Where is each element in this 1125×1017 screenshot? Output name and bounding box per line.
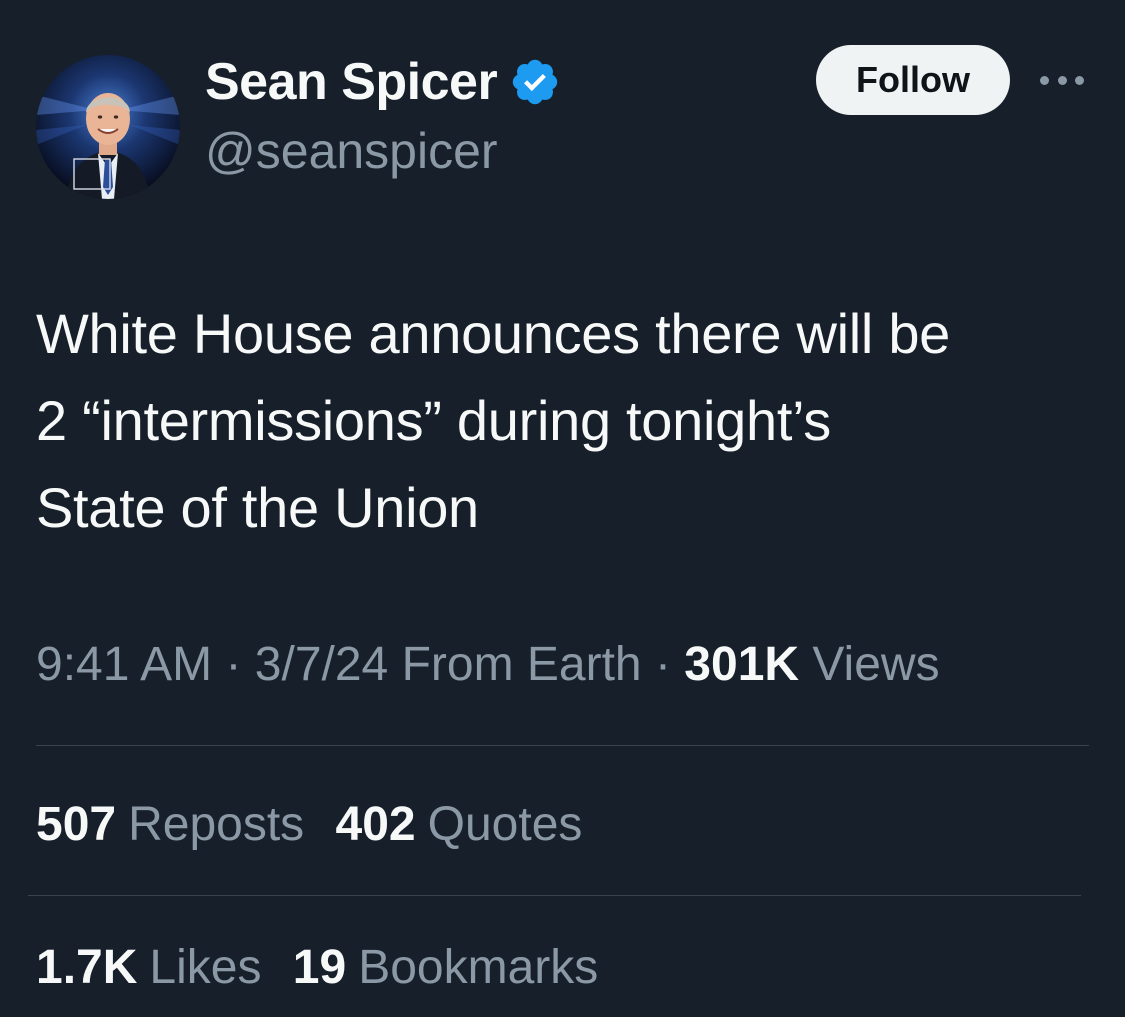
tweet-text-line: State of the Union (36, 476, 479, 539)
engagement-row-2: 1.7K Likes 19 Bookmarks (36, 933, 616, 1003)
bookmarks-label: Bookmarks (358, 941, 599, 994)
tweet-source: From Earth (401, 638, 642, 691)
reposts-stat[interactable]: 507 Reposts (36, 790, 304, 860)
avatar[interactable] (36, 55, 180, 199)
author-handle[interactable]: @seanspicer (205, 122, 498, 180)
more-dot (1057, 75, 1067, 85)
quotes-stat[interactable]: 402 Quotes (336, 790, 583, 860)
likes-stat[interactable]: 1.7K Likes (36, 933, 261, 1003)
reposts-label: Reposts (128, 798, 305, 851)
meta-separator: · (225, 638, 242, 691)
views-count: 301K (684, 638, 800, 691)
verified-badge-icon (509, 56, 561, 108)
more-dot (1040, 75, 1049, 85)
bookmarks-stat[interactable]: 19 Bookmarks (293, 933, 598, 1003)
tweet-date[interactable]: 3/7/24 (255, 638, 388, 691)
more-dot (1075, 75, 1084, 85)
divider (28, 895, 1081, 896)
more-horizontal-icon[interactable] (1040, 62, 1084, 98)
avatar-image (36, 55, 180, 199)
meta-separator: · (654, 638, 671, 691)
tweet-text-line: 2 “intermissions” during tonight’s (36, 389, 831, 452)
tweet-text: White House announces there will be 2 “i… (36, 290, 1106, 551)
quotes-label: Quotes (427, 798, 583, 851)
quotes-count: 402 (335, 798, 416, 851)
views-label: Views (812, 638, 940, 691)
tweet-meta: 9:41 AM · 3/7/24 From Earth · 301K Views (36, 630, 940, 700)
likes-label: Likes (149, 941, 262, 994)
likes-count: 1.7K (36, 941, 138, 994)
engagement-row-1: 507 Reposts 402 Quotes (36, 790, 600, 860)
bookmarks-count: 19 (292, 941, 347, 994)
tweet-text-line: White House announces there will be (36, 302, 951, 365)
author-display-name[interactable]: Sean Spicer (205, 52, 498, 112)
author-name-row[interactable]: Sean Spicer (205, 52, 561, 112)
tweet-time[interactable]: 9:41 AM (36, 638, 212, 691)
tweet-card: Sean Spicer @seanspicer Follow White Hou… (0, 0, 1125, 1017)
reposts-count: 507 (36, 798, 117, 851)
follow-button[interactable]: Follow (816, 45, 1010, 115)
divider (36, 745, 1089, 746)
